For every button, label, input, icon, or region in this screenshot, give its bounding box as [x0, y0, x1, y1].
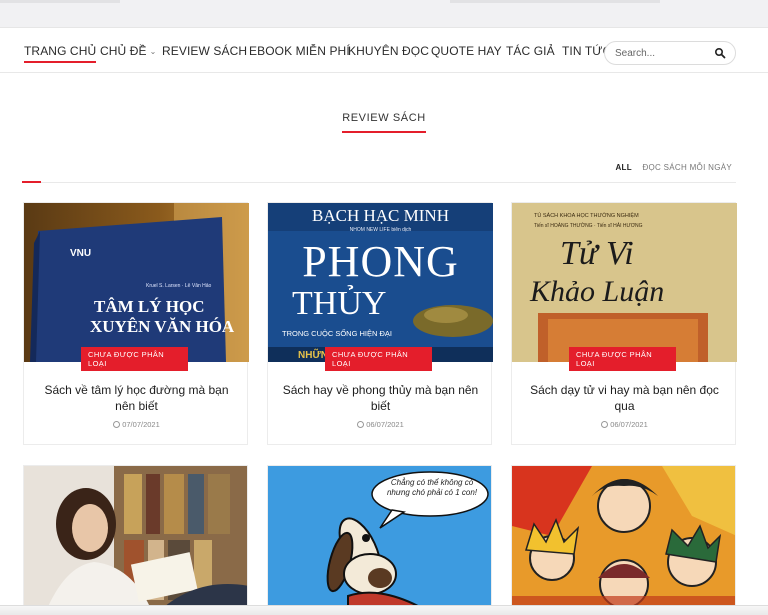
post-card-thumbnail[interactable] [511, 465, 736, 615]
section-title: REVIEW SÁCH [342, 112, 426, 133]
anime-collage-image [512, 466, 735, 614]
cover-publisher: VNU [70, 248, 92, 259]
category-badge[interactable]: CHƯA ĐƯỢC PHÂN LOẠI [569, 347, 676, 371]
search-box [604, 41, 736, 65]
post-title[interactable]: Sách về tâm lý học đường mà bạn nên biết [34, 382, 239, 414]
nav-label: REVIEW SÁCH [162, 44, 248, 58]
cover-title-line2: XUYÊN VĂN HÓA [90, 317, 235, 336]
post-card[interactable]: BẠCH HẠC MINH NHOM NEW LIFE biên dịch PH… [267, 202, 493, 445]
nav-item-chu-de[interactable]: CHỦ ĐỀ ⌄ [100, 44, 156, 58]
reading-woman-image [24, 466, 247, 614]
search-icon[interactable] [714, 47, 726, 59]
book-cover-image [24, 203, 249, 362]
cover-title-line2: THỦY [292, 285, 387, 322]
cover-title-line2: Khảo Luận [530, 275, 665, 308]
post-date: 07/07/2021 [24, 420, 249, 429]
filter-all[interactable]: ALL [615, 163, 631, 172]
category-filters: ALL ĐỌC SÁCH MỖI NGÀY [607, 163, 732, 172]
post-title[interactable]: Sách dạy tử vi hay mà bạn nên đọc qua [522, 382, 727, 414]
clock-icon [113, 421, 121, 428]
nav-label: TÁC GIẢ [506, 44, 555, 58]
post-card-thumbnail[interactable]: Chẳng có thể không có nhưng chó phải có … [267, 465, 492, 615]
filter-bar: ALL ĐỌC SÁCH MỖI NGÀY [22, 161, 736, 183]
post-card[interactable]: TỦ SÁCH KHOA HỌC THƯỜNG NGHIỆM Tiến sĩ H… [511, 202, 737, 445]
top-strip-segment [0, 0, 120, 3]
cover-subtitle: NHOM NEW LIFE biên dịch [349, 227, 412, 233]
search-input[interactable] [615, 46, 713, 61]
nav-item-trang-chu[interactable]: TRANG CHỦ [24, 44, 97, 63]
nav-label: EBOOK MIỄN PHÍ [249, 44, 350, 58]
clock-icon [601, 421, 609, 428]
filter-doc-sach-moi-ngay[interactable]: ĐỌC SÁCH MỖI NGÀY [642, 163, 732, 172]
section-heading: REVIEW SÁCH [0, 108, 768, 133]
cover-author: BẠCH HẠC MINH [312, 206, 449, 225]
cover-authors: Tiến sĩ HOÀNG THƯỜNG · Tiến sĩ HẢI HƯƠNG [534, 223, 643, 229]
clock-icon [357, 421, 365, 428]
top-strip-segment [450, 0, 660, 3]
chevron-down-icon: ⌄ [149, 47, 157, 56]
post-thumbnail[interactable]: VNU Kruel S. Larsen · Lê Văn Hảo TÂM LÝ … [24, 203, 249, 362]
nav-label: KHUYÊN ĐỌC [348, 44, 430, 58]
post-date-text: 06/07/2021 [610, 420, 648, 429]
cover-authors: Kruel S. Larsen · Lê Văn Hảo [146, 283, 212, 289]
nav-item-review-sach[interactable]: REVIEW SÁCH [162, 44, 247, 58]
post-date-text: 07/07/2021 [122, 420, 160, 429]
category-badge[interactable]: CHƯA ĐƯỢC PHÂN LOẠI [325, 347, 432, 371]
post-date: 06/07/2021 [512, 420, 737, 429]
nav-label: QUOTE HAY [431, 44, 502, 58]
post-date: 06/07/2021 [268, 420, 493, 429]
cover-title-line1: Tử Vi [560, 235, 634, 272]
cover-title-line1: TÂM LÝ HỌC [94, 297, 205, 316]
cover-title-line1: PHONG [302, 237, 459, 286]
post-title[interactable]: Sách hay về phong thủy mà bạn nên biết [278, 382, 483, 414]
cover-series: TỦ SÁCH KHOA HỌC THƯỜNG NGHIỆM [534, 213, 639, 219]
speech-bubble-text: Chẳng có thể không có nhưng chó phải có … [386, 478, 478, 497]
category-badge[interactable]: CHƯA ĐƯỢC PHÂN LOẠI [81, 347, 188, 371]
post-thumbnail[interactable]: BẠCH HẠC MINH NHOM NEW LIFE biên dịch PH… [268, 203, 493, 362]
main-navigation: TRANG CHỦ CHỦ ĐỀ ⌄ REVIEW SÁCH EBOOK MIỄN… [0, 33, 768, 73]
nav-label: TRANG CHỦ [24, 44, 97, 58]
nav-item-tac-gia[interactable]: TÁC GIẢ [506, 44, 555, 58]
section-accent-line [22, 181, 41, 183]
post-card[interactable]: VNU Kruel S. Larsen · Lê Văn Hảo TÂM LÝ … [23, 202, 249, 445]
post-date-text: 06/07/2021 [366, 420, 404, 429]
nav-item-khuyen-doc[interactable]: KHUYÊN ĐỌC [348, 44, 429, 58]
bottom-scroll-strip [0, 605, 768, 615]
cover-tagline: TRONG CUỘC SỐNG HIỆN ĐẠI [282, 329, 393, 338]
post-thumbnail[interactable]: TỦ SÁCH KHOA HỌC THƯỜNG NGHIỆM Tiến sĩ H… [512, 203, 737, 362]
nav-item-ebook-mien-phi[interactable]: EBOOK MIỄN PHÍ [249, 44, 350, 58]
nav-item-quote-hay[interactable]: QUOTE HAY [431, 44, 502, 58]
browser-top-strip [0, 0, 768, 28]
post-card-thumbnail[interactable] [23, 465, 248, 615]
nav-label: CHỦ ĐỀ [100, 44, 147, 58]
